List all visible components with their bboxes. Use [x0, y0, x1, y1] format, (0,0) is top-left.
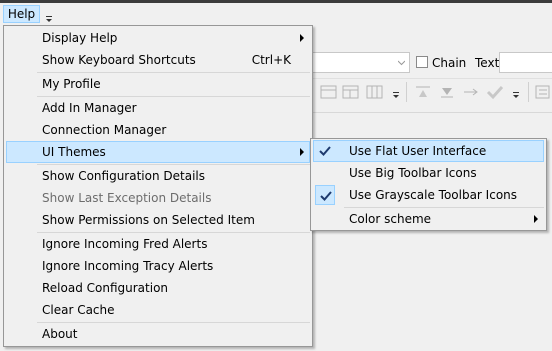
text-label: Text: [475, 56, 500, 70]
menu-item-show-permissions[interactable]: Show Permissions on Selected Item: [6, 209, 310, 231]
menu-item-show-last-exception-details: Show Last Exception Details: [6, 187, 310, 209]
text-input[interactable]: [499, 52, 552, 73]
menu-item-show-configuration-details[interactable]: Show Configuration Details: [6, 165, 310, 187]
toolbar-overflow-icon[interactable]: [45, 9, 54, 23]
toolbar-divider: [312, 78, 552, 79]
chevron-right-icon: [534, 215, 538, 223]
menu-item-ui-themes[interactable]: UI Themes: [6, 141, 310, 163]
menu-item-label: About: [42, 327, 78, 341]
menu-item-my-profile[interactable]: My Profile: [6, 73, 310, 95]
toolbar-combobox[interactable]: [312, 52, 410, 73]
menu-item-label: UI Themes: [42, 145, 106, 159]
toolbar-divider: [312, 112, 552, 113]
move-down-icon[interactable]: [462, 84, 480, 100]
menu-item-label: Show Last Exception Details: [42, 191, 212, 205]
menu-item-connection-manager[interactable]: Connection Manager: [6, 119, 310, 141]
chevron-down-icon: [398, 60, 405, 66]
checkmark-icon[interactable]: [486, 84, 504, 100]
menu-item-label: Clear Cache: [42, 303, 115, 317]
menu-item-label: Add In Manager: [42, 101, 137, 115]
menu-item-label: Ignore Incoming Tracy Alerts: [42, 259, 214, 273]
menu-item-label: Show Configuration Details: [42, 169, 205, 183]
align-top-icon[interactable]: [414, 84, 432, 100]
menu-item-use-big-toolbar-icons[interactable]: Use Big Toolbar Icons: [313, 162, 544, 184]
menu-item-label: Show Permissions on Selected Item: [42, 213, 255, 227]
menu-item-ignore-fred-alerts[interactable]: Ignore Incoming Fred Alerts: [6, 233, 310, 255]
menu-item-label: My Profile: [42, 77, 101, 91]
menu-item-label: Color scheme: [349, 212, 432, 226]
list-icon[interactable]: [534, 84, 552, 100]
help-menu[interactable]: Help: [3, 5, 40, 23]
menu-item-label: Use Big Toolbar Icons: [349, 166, 477, 180]
chain-checkbox[interactable]: [416, 56, 428, 68]
chain-label: Chain: [432, 56, 467, 70]
menu-item-label: Reload Configuration: [42, 281, 169, 295]
toolbar-overflow-icon[interactable]: [510, 84, 522, 100]
help-dropdown-menu: Display Help Show Keyboard Shortcuts Ctr…: [3, 25, 313, 347]
menu-item-reload-configuration[interactable]: Reload Configuration: [6, 277, 310, 299]
menu-item-add-in-manager[interactable]: Add In Manager: [6, 97, 310, 119]
shortcut-label: Ctrl+K: [251, 53, 291, 67]
layout-icon[interactable]: [320, 84, 338, 100]
chevron-right-icon: [300, 34, 304, 42]
chevron-right-icon: [300, 148, 304, 156]
toolbar-separator: [528, 82, 529, 102]
menu-item-display-help[interactable]: Display Help: [6, 27, 310, 49]
menu-item-label: Use Flat User Interface: [349, 144, 487, 158]
grid-icon[interactable]: [366, 84, 384, 100]
menu-item-show-keyboard-shortcuts[interactable]: Show Keyboard Shortcuts Ctrl+K: [6, 49, 310, 71]
menu-item-use-flat-user-interface[interactable]: Use Flat User Interface: [313, 140, 544, 162]
menu-item-label: Use Grayscale Toolbar Icons: [349, 188, 518, 202]
menu-item-label: Show Keyboard Shortcuts: [42, 53, 196, 67]
panel-icon[interactable]: [342, 84, 360, 100]
ui-themes-submenu: Use Flat User Interface Use Big Toolbar …: [310, 138, 547, 231]
check-indicator: [315, 141, 335, 161]
menu-item-label: Ignore Incoming Fred Alerts: [42, 237, 208, 251]
arrow-down-icon[interactable]: [438, 84, 456, 100]
menu-item-label: Connection Manager: [42, 123, 167, 137]
menu-item-color-scheme[interactable]: Color scheme: [313, 208, 544, 230]
toolbar-overflow-icon[interactable]: [390, 84, 402, 100]
toolbar-separator: [406, 82, 407, 102]
checkmark-icon: [319, 146, 331, 156]
menu-item-about[interactable]: About: [6, 323, 310, 345]
check-indicator: [315, 185, 335, 205]
menu-item-label: Display Help: [42, 31, 118, 45]
menu-bar: [0, 3, 552, 25]
menu-item-clear-cache[interactable]: Clear Cache: [6, 299, 310, 321]
menu-item-use-grayscale-toolbar-icons[interactable]: Use Grayscale Toolbar Icons: [313, 184, 544, 206]
checkmark-icon: [320, 191, 332, 201]
menu-item-ignore-tracy-alerts[interactable]: Ignore Incoming Tracy Alerts: [6, 255, 310, 277]
